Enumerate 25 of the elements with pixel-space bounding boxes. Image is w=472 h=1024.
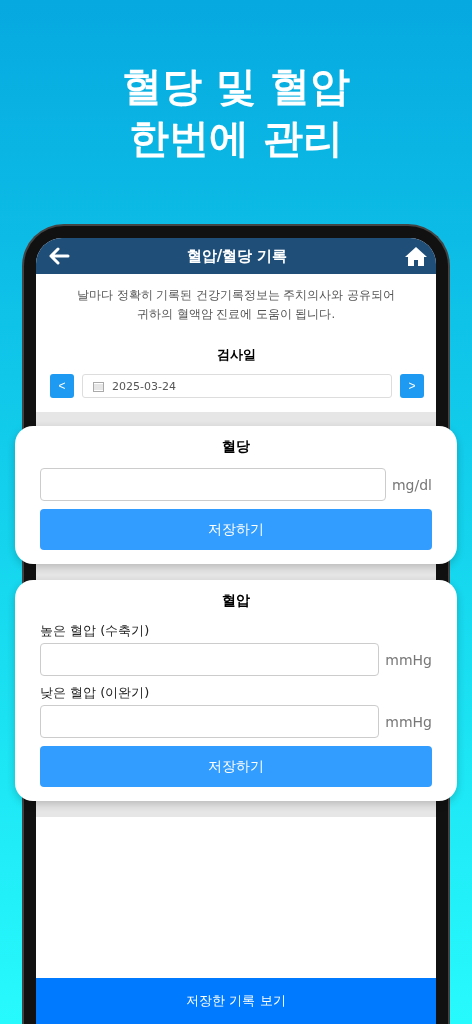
headline: 한번에 관리 (128, 114, 344, 163)
home-icon[interactable] (404, 246, 428, 266)
view-records-button[interactable]: 저장한 기록 보기 (36, 978, 436, 1024)
back-arrow-icon[interactable] (48, 247, 70, 265)
intro-text: 귀하의 혈액암 진료에 도움이 됩니다. (135, 306, 337, 323)
input-field[interactable] (40, 643, 380, 676)
previous-day-button[interactable]: < (50, 374, 74, 398)
date-field[interactable]: 2025-03-24 (82, 374, 392, 398)
date-label: 검사일 (215, 346, 257, 364)
headline: 혈당 및 혈압 (122, 62, 350, 111)
save-button[interactable]: 저장하기 (40, 509, 432, 550)
card-title: 혈당 (221, 438, 251, 456)
save-button[interactable]: 저장하기 (40, 746, 432, 787)
input-field[interactable] (40, 705, 380, 738)
next-day-button[interactable]: > (400, 374, 424, 398)
intro-text: 날마다 정확히 기록된 건강기록정보는 주치의사와 공유되어 (75, 287, 397, 304)
unit-label: mmHg (385, 713, 432, 730)
card-title: 혈압 (221, 592, 251, 610)
unit-label: mg/dl (391, 476, 432, 493)
unit-label: mmHg (385, 651, 432, 668)
field-label: 낮은 혈압 (이완기) (40, 684, 151, 702)
input-field[interactable] (40, 468, 386, 501)
app-bar-title: 혈압/혈당 기록 (186, 246, 288, 266)
field-label: 높은 혈압 (수축기) (40, 622, 151, 640)
calendar-icon (93, 380, 104, 392)
